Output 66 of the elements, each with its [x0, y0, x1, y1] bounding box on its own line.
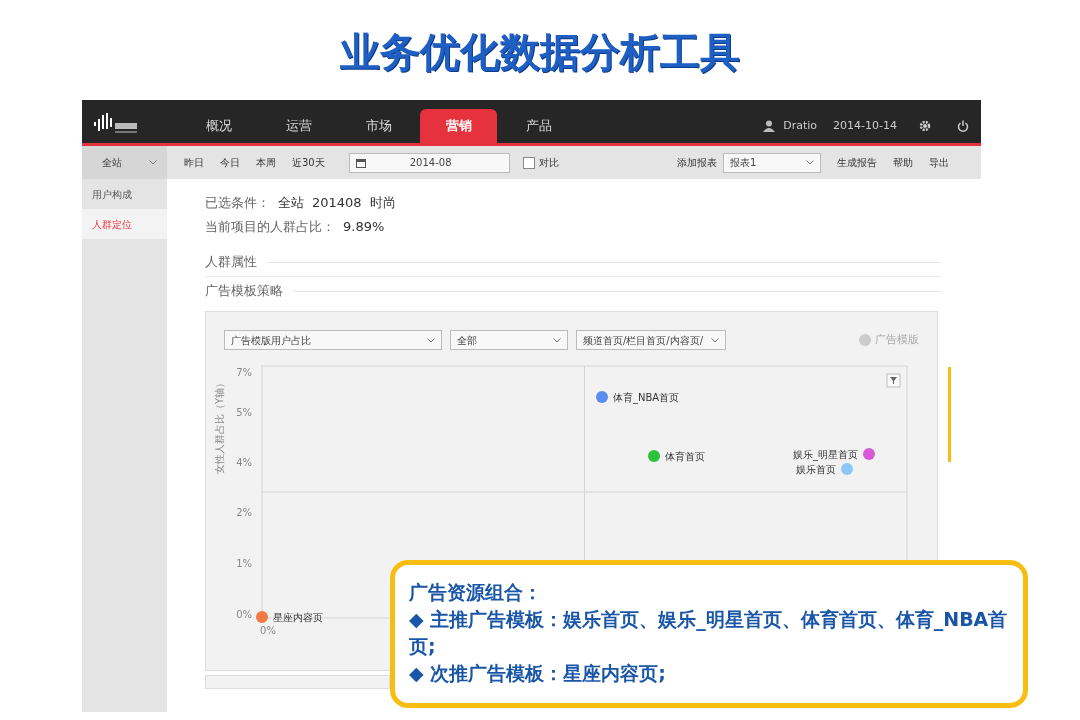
tick-label: 2%: [236, 507, 252, 518]
callout-text: ◆ 次推广告模板：星座内容页;: [409, 661, 667, 686]
site-select[interactable]: 全站: [82, 146, 167, 179]
point-label: 体育_NBA首页: [613, 392, 680, 403]
condition-value: 时尚: [369, 194, 396, 212]
calendar-icon: [355, 157, 366, 168]
condition-label: 已选条件：: [205, 194, 270, 212]
ratio-value: 9.89%: [343, 217, 385, 236]
toolbar-link[interactable]: 生成报告: [837, 155, 877, 170]
ratio-label: 当前项目的人群占比：: [205, 217, 335, 236]
tick-label: 0%: [236, 609, 252, 620]
tick-label: 0%: [260, 625, 276, 636]
filter-select[interactable]: 全部: [450, 330, 568, 350]
range-link[interactable]: 昨日: [184, 155, 204, 170]
nav-tab[interactable]: 运营: [260, 109, 337, 143]
point-label: 体育首页: [665, 451, 705, 462]
date-text: 2014-10-14: [833, 117, 897, 134]
settings-icon[interactable]: [919, 120, 931, 132]
data-point[interactable]: [648, 450, 660, 462]
user-name[interactable]: Dratio: [783, 117, 818, 135]
range-link[interactable]: 近30天: [292, 155, 325, 170]
callout-title: 广告资源组合：: [409, 580, 543, 605]
filter-select[interactable]: 广告模版用户占比: [224, 330, 442, 350]
data-point[interactable]: [596, 391, 608, 403]
tick-label: 7%: [236, 367, 252, 378]
report-select[interactable]: 报表1: [723, 152, 821, 173]
month-field[interactable]: 2014-08: [348, 152, 510, 173]
point-label: 娱乐_明星首页: [793, 449, 858, 460]
sidebar-item[interactable]: 用户构成: [82, 179, 167, 209]
slide-title: 业务优化数据分析工具: [339, 28, 741, 77]
filter-icon[interactable]: [886, 373, 901, 388]
logo-icon: [94, 113, 140, 135]
chevron-down-icon: [553, 337, 561, 343]
user-icon: [763, 120, 776, 132]
toolbar-link[interactable]: 帮助: [893, 155, 913, 170]
callout-text: ◆ 主推广告模板：娱乐首页、娱乐_明星首页、体育首页、体育_NBA首页;: [409, 607, 1009, 659]
data-point[interactable]: [256, 611, 268, 623]
section-header: 人群属性: [205, 253, 257, 272]
range-link[interactable]: 本周: [256, 155, 276, 170]
data-point[interactable]: [841, 463, 853, 475]
data-point[interactable]: [863, 448, 875, 460]
legend-dot-icon: [859, 334, 871, 346]
nav-tab[interactable]: 概况: [180, 109, 257, 143]
chevron-down-icon: [149, 160, 157, 165]
filter-select[interactable]: 频道首页/栏目首页/内容页/: [576, 330, 726, 350]
chevron-down-icon: [806, 160, 814, 165]
condition-value: 全站: [278, 194, 304, 212]
tick-label: 5%: [236, 407, 252, 418]
compare-checkbox[interactable]: 对比: [522, 155, 559, 170]
chevron-down-icon: [427, 337, 435, 343]
nav-tab[interactable]: 市场: [340, 109, 417, 143]
tick-label: 4%: [236, 457, 252, 468]
point-label: 娱乐首页: [796, 464, 836, 475]
condition-value: 201408: [312, 194, 362, 212]
range-link[interactable]: 今日: [220, 155, 240, 170]
sidebar-item[interactable]: 人群定位: [82, 209, 167, 239]
nav-tab[interactable]: 产品: [500, 109, 577, 143]
add-report-label: 添加报表: [677, 156, 717, 170]
power-icon[interactable]: [957, 120, 969, 132]
toolbar-link[interactable]: 导出: [929, 155, 949, 170]
axis-title: 女性人群占比（Y轴）: [214, 377, 225, 475]
section-header: 广告模板策略: [205, 282, 283, 301]
point-label: 星座内容页: [273, 612, 323, 623]
tick-label: 1%: [236, 558, 252, 569]
chevron-down-icon: [711, 337, 719, 343]
nav-tab[interactable]: 营销: [420, 109, 497, 143]
